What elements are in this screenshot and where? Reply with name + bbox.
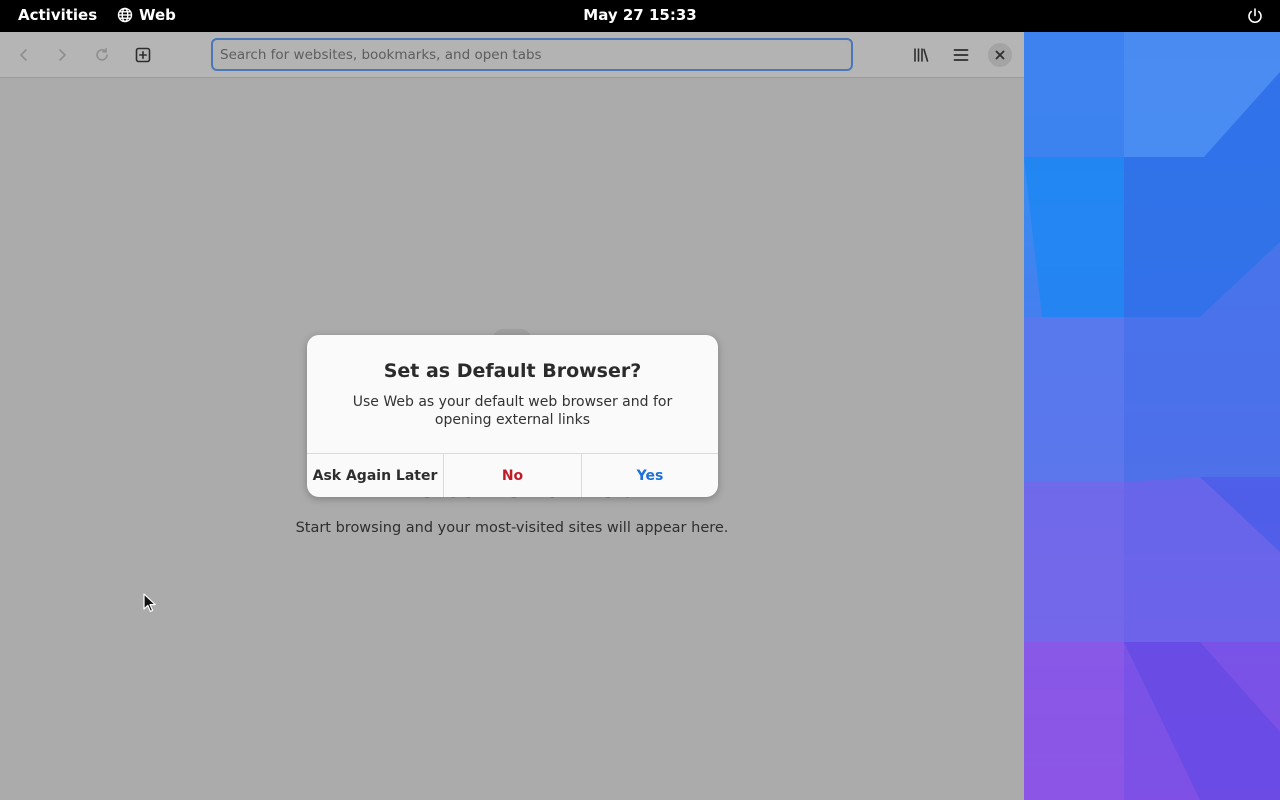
- app-menu-button[interactable]: Web: [117, 6, 176, 24]
- hamburger-menu-icon: [953, 49, 969, 61]
- welcome-subtitle: Start browsing and your most-visited sit…: [295, 520, 729, 536]
- back-button[interactable]: [12, 43, 36, 67]
- library-icon: [914, 48, 929, 62]
- address-bar-input[interactable]: [211, 38, 853, 71]
- dialog-button-row: Ask Again Later No Yes: [307, 453, 718, 497]
- new-tab-button[interactable]: [131, 43, 155, 67]
- activities-button[interactable]: Activities: [18, 6, 97, 24]
- ask-again-later-button[interactable]: Ask Again Later: [307, 454, 444, 497]
- top-bar: Activities Web May 27 15:33: [0, 0, 1280, 32]
- chevron-right-icon: [59, 49, 66, 61]
- clock-button[interactable]: May 27 15:33: [583, 6, 696, 24]
- main-menu-button[interactable]: [949, 43, 973, 67]
- reload-button[interactable]: [90, 43, 114, 67]
- forward-button[interactable]: [50, 43, 74, 67]
- default-browser-dialog: Set as Default Browser? Use Web as your …: [307, 335, 718, 497]
- library-button[interactable]: [909, 43, 933, 67]
- globe-icon: [117, 7, 133, 23]
- close-window-button[interactable]: [988, 43, 1012, 67]
- no-button[interactable]: No: [444, 454, 582, 497]
- close-icon: [995, 50, 1005, 60]
- app-menu-label: Web: [139, 6, 176, 24]
- power-icon[interactable]: [1246, 7, 1264, 25]
- mouse-cursor-icon: [143, 593, 156, 612]
- reload-icon: [96, 47, 108, 61]
- close-button-circle: [988, 43, 1012, 67]
- chevron-left-icon: [20, 49, 27, 61]
- desktop-wallpaper: [1024, 32, 1280, 800]
- dialog-message: Use Web as your default web browser and …: [352, 394, 673, 428]
- dialog-title: Set as Default Browser?: [383, 360, 642, 382]
- new-tab-icon: [135, 47, 151, 63]
- yes-button[interactable]: Yes: [582, 454, 718, 497]
- header-bar: [0, 32, 1024, 78]
